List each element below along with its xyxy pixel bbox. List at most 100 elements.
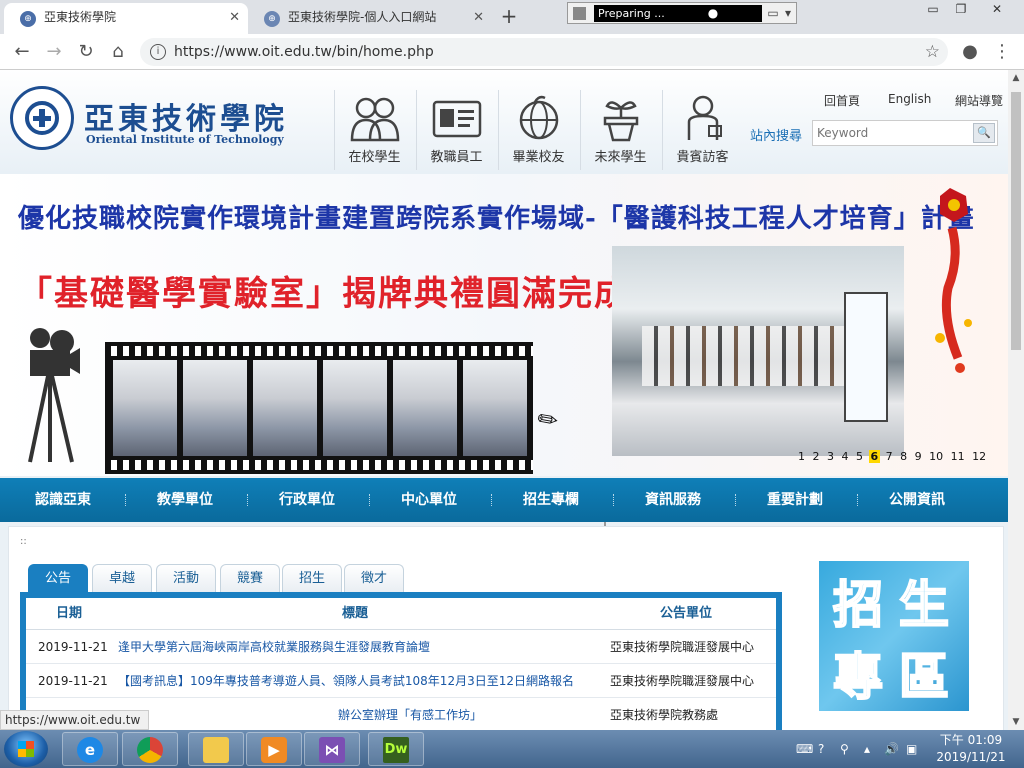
main-navigation: 認識亞東 教學單位 行政單位 中心單位 招生專欄 資訊服務 重要計劃 公開資訊 <box>0 478 1008 522</box>
nav-academics[interactable]: 教學單位 <box>124 478 246 522</box>
tab-excellence[interactable]: 卓越 <box>92 564 152 592</box>
restore-icon[interactable]: ❐ <box>946 0 976 18</box>
site-info-icon[interactable]: i <box>150 44 166 60</box>
admission-zone-banner[interactable]: 招 生 專 區 <box>818 560 970 712</box>
scrollbar-thumb[interactable] <box>1011 92 1021 350</box>
reload-icon[interactable]: ↻ <box>74 40 98 64</box>
chrome-icon <box>137 737 163 763</box>
help-icon[interactable]: ? <box>818 730 824 768</box>
url-text[interactable]: https://www.oit.edu.tw/bin/home.php <box>174 38 434 66</box>
role-visitors[interactable]: 貴賓訪客 <box>662 90 742 170</box>
taskbar-chrome[interactable] <box>122 732 178 766</box>
banner-page-8[interactable]: 8 <box>898 450 909 463</box>
row-title-link[interactable]: 辦公室辦理「有感工作坊」 <box>338 698 578 730</box>
microphone-icon[interactable]: ● <box>706 5 720 21</box>
banner-page-4[interactable]: 4 <box>840 450 851 463</box>
volume-icon[interactable]: 🔊 <box>884 730 899 768</box>
row-unit: 亞東技術學院職涯發展中心 <box>610 674 755 688</box>
clock-time: 下午 01:09 <box>939 733 1003 747</box>
nav-admissions[interactable]: 招生專欄 <box>490 478 612 522</box>
row-title-link[interactable]: 【國考訊息】109年專技普考導遊人員、領隊人員考試108年12月3日至12日網路… <box>118 664 588 698</box>
banner-page-6-active[interactable]: 6 <box>868 450 881 463</box>
role-students[interactable]: 在校學生 <box>334 90 414 170</box>
banner-page-7[interactable]: 7 <box>884 450 895 463</box>
back-icon[interactable]: ← <box>10 40 34 64</box>
school-name-cn[interactable]: 亞東技術學院 <box>84 94 288 138</box>
hero-banner[interactable]: 優化技職校院實作環境計畫建置跨院系實作場域-「醫護科技工程人才培育」計畫 「基礎… <box>0 174 1008 476</box>
tray-expand-icon[interactable]: ▴ <box>864 730 870 768</box>
banner-page-5[interactable]: 5 <box>854 450 865 463</box>
nav-key-projects[interactable]: 重要計劃 <box>734 478 856 522</box>
home-icon[interactable]: ⌂ <box>106 40 130 64</box>
nav-administration[interactable]: 行政單位 <box>246 478 368 522</box>
close-tab-icon[interactable]: ✕ <box>229 3 240 32</box>
keyboard-icon[interactable]: ⌨ <box>796 730 813 768</box>
scroll-down-icon[interactable]: ▼ <box>1008 714 1024 730</box>
banner-page-3[interactable]: 3 <box>825 450 836 463</box>
pencil-cursor-icon: ✎ <box>531 402 565 438</box>
taskbar-explorer[interactable] <box>188 732 244 766</box>
sprout-pot-icon <box>603 101 638 142</box>
tab-recruitment[interactable]: 徵才 <box>344 564 404 592</box>
admission-char: 區 <box>898 646 950 707</box>
nav-public-info[interactable]: 公開資訊 <box>856 478 978 522</box>
role-alumni[interactable]: 畢業校友 <box>498 90 578 170</box>
tab-oit-portal[interactable]: ⊕ 亞東技術學院-個人入口網站 ✕ <box>248 3 492 34</box>
search-icon[interactable]: 🔍 <box>973 123 995 143</box>
address-bar[interactable]: i https://www.oit.edu.tw/bin/home.php ☆ <box>140 38 948 66</box>
banner-page-9[interactable]: 9 <box>913 450 924 463</box>
sitemap-link[interactable]: 網站導覽 <box>955 92 1003 109</box>
site-search: 🔍 <box>812 120 998 146</box>
banner-page-10[interactable]: 10 <box>927 450 945 463</box>
nav-about[interactable]: 認識亞東 <box>2 478 124 522</box>
table-row: 2019-11-21 逢甲大學第六屆海峽兩岸高校就業服務與生涯發展教育論壇 亞東… <box>26 630 776 664</box>
profile-icon[interactable]: ● <box>958 40 982 64</box>
tab-activities[interactable]: 活動 <box>156 564 216 592</box>
tab-oit-home[interactable]: ⊕ 亞東技術學院 ✕ <box>4 3 248 34</box>
tab-competitions[interactable]: 競賽 <box>220 564 280 592</box>
search-label: 站內搜尋 <box>750 129 803 144</box>
bookmark-star-icon[interactable]: ☆ <box>925 38 940 66</box>
minimize-icon[interactable]: ▭ <box>918 0 948 18</box>
taskbar-dreamweaver[interactable]: Dw <box>368 732 424 766</box>
start-button[interactable] <box>4 731 48 767</box>
role-future-students[interactable]: 未來學生 <box>580 90 660 170</box>
banner-page-2[interactable]: 2 <box>811 450 822 463</box>
role-staff[interactable]: 教職員工 <box>416 90 496 170</box>
forward-icon[interactable]: → <box>42 40 66 64</box>
new-tab-button[interactable]: + <box>496 4 522 30</box>
search-input[interactable] <box>817 124 967 142</box>
banner-page-12[interactable]: 12 <box>970 450 988 463</box>
tab-admission[interactable]: 招生 <box>282 564 342 592</box>
school-seal-logo[interactable] <box>10 86 74 150</box>
display-icon[interactable]: ▣ <box>906 730 917 768</box>
nav-centers[interactable]: 中心單位 <box>368 478 490 522</box>
role-label: 未來學生 <box>594 150 647 165</box>
network-icon[interactable]: ⚲ <box>840 730 849 768</box>
tab-announcements[interactable]: 公告 <box>28 564 88 592</box>
taskbar-media[interactable]: ▶ <box>246 732 302 766</box>
tab-title: 亞東技術學院-個人入口網站 <box>288 10 437 24</box>
scroll-up-icon[interactable]: ▲ <box>1008 70 1024 86</box>
row-date: 2019-11-21 <box>38 640 108 654</box>
close-tab-icon[interactable]: ✕ <box>473 3 484 32</box>
english-link[interactable]: English <box>888 92 931 106</box>
home-link[interactable]: 回首頁 <box>824 92 860 109</box>
banner-page-1[interactable]: 1 <box>796 450 807 463</box>
dropdown-icon[interactable]: ▾ <box>781 5 795 21</box>
row-title-link[interactable]: 逢甲大學第六屆海峽兩岸高校就業服務與生涯發展教育論壇 <box>118 630 588 664</box>
admission-char: 專 <box>832 646 884 707</box>
camera-off-icon[interactable]: ▭ <box>766 5 780 21</box>
nav-it-services[interactable]: 資訊服務 <box>612 478 734 522</box>
menu-icon[interactable]: ⋮ <box>990 40 1014 64</box>
stop-record-icon[interactable] <box>573 7 586 20</box>
taskbar-ie[interactable]: e <box>62 732 118 766</box>
visitor-icon <box>687 95 722 140</box>
browser-tabstrip: ⊕ 亞東技術學院 ✕ ⊕ 亞東技術學院-個人入口網站 ✕ + Preparing… <box>0 0 1024 34</box>
taskbar-clock[interactable]: 下午 01:09 2019/11/21 <box>934 732 1008 766</box>
close-window-icon[interactable]: ✕ <box>982 0 1012 18</box>
banner-page-11[interactable]: 11 <box>949 450 967 463</box>
page-scrollbar[interactable]: ▲ ▼ <box>1008 70 1024 730</box>
school-name-en[interactable]: Oriental Institute of Technology <box>86 133 284 146</box>
taskbar-visual-studio[interactable]: ⋈ <box>304 732 360 766</box>
